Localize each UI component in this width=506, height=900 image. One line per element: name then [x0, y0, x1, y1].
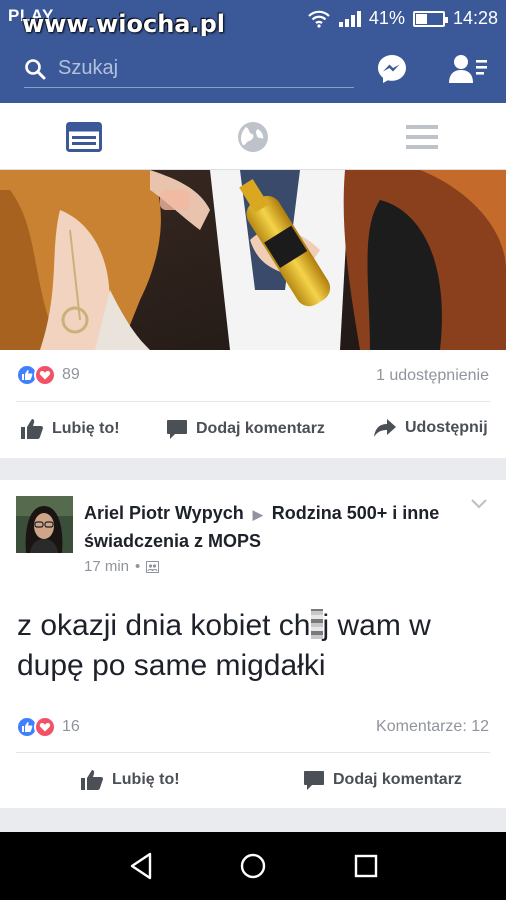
comment-count[interactable]: Komentarze: 12	[376, 718, 489, 736]
tab-menu[interactable]	[338, 103, 506, 170]
comment-icon	[167, 420, 187, 439]
post-text-part-1: z okazji dnia kobiet ch	[17, 609, 311, 642]
share-label: Udostępnij	[405, 419, 488, 436]
status-indicators: 41% 14:28	[307, 8, 498, 29]
chevron-down-icon[interactable]	[470, 498, 488, 510]
like-label: Lubię to!	[112, 771, 180, 788]
like-button[interactable]: Lubię to!	[80, 769, 180, 791]
post-time[interactable]: 17 min	[84, 558, 129, 575]
thumbs-up-icon	[81, 770, 103, 790]
share-button[interactable]: Udostępnij	[373, 418, 488, 438]
search-box[interactable]	[24, 50, 354, 88]
comment-icon	[304, 771, 324, 790]
comment-label: Dodaj komentarz	[333, 771, 462, 788]
reactions-summary[interactable]: 16	[16, 716, 80, 738]
home-icon[interactable]	[237, 850, 269, 882]
post-photo[interactable]	[0, 170, 506, 350]
news-feed-icon	[66, 121, 102, 152]
love-reaction-icon	[34, 364, 56, 386]
hamburger-icon	[406, 124, 438, 149]
back-icon[interactable]	[126, 850, 158, 882]
post-2: Ariel Piotr Wypych ▶ Rodzina 500+ i inne…	[0, 480, 506, 808]
divider	[16, 752, 490, 753]
reactions-summary[interactable]: 89	[16, 364, 80, 386]
party-photo	[0, 170, 506, 350]
divider	[16, 401, 490, 402]
author-name[interactable]: Ariel Piotr Wypych	[84, 503, 244, 523]
battery-percent: 41%	[368, 8, 405, 28]
love-reaction-icon	[34, 716, 56, 738]
share-count[interactable]: 1 udostępnienie	[376, 367, 489, 385]
friend-requests-icon[interactable]	[448, 53, 488, 85]
recents-icon[interactable]	[350, 850, 382, 882]
feed-gap	[0, 808, 506, 832]
like-button[interactable]: Lubię to!	[20, 418, 120, 440]
top-bar	[0, 36, 506, 103]
system-nav-bar	[0, 832, 506, 900]
clock: 14:28	[452, 8, 498, 28]
post-header: Ariel Piotr Wypych ▶ Rodzina 500+ i inne…	[84, 500, 464, 554]
like-label: Lubię to!	[52, 420, 120, 437]
globe-icon	[238, 121, 268, 152]
feed-gap	[0, 458, 506, 480]
watermark: www.wiocha.pl	[22, 10, 226, 38]
comment-button[interactable]: Dodaj komentarz	[166, 418, 325, 440]
post-1-footer: 89 1 udostępnienie Lubię to! Dodaj komen…	[0, 350, 506, 458]
comment-button[interactable]: Dodaj komentarz	[303, 769, 462, 791]
post-text: z okazji dnia kobiet ch j wam w dupę po s…	[17, 606, 497, 686]
tab-bar	[0, 103, 506, 170]
avatar[interactable]	[16, 496, 73, 553]
dot-separator: •	[135, 558, 141, 575]
reaction-count: 89	[62, 366, 80, 383]
wifi-icon	[308, 10, 330, 28]
messenger-icon[interactable]	[376, 53, 408, 85]
battery-icon	[412, 10, 448, 27]
share-arrow-icon	[374, 419, 396, 437]
signal-icon	[338, 10, 361, 27]
thumbs-up-icon	[21, 419, 43, 439]
post-meta: 17 min •	[84, 558, 160, 575]
status-bar: PLAY www.wiocha.pl 41% 14:28	[0, 0, 506, 38]
tab-notifications[interactable]	[169, 103, 337, 170]
tab-news-feed[interactable]	[0, 103, 168, 170]
reaction-count: 16	[62, 718, 80, 735]
triangle-right-icon: ▶	[252, 507, 263, 522]
search-icon[interactable]	[24, 58, 46, 80]
censor-blur	[310, 609, 323, 639]
group-privacy-icon	[146, 560, 160, 573]
search-input[interactable]	[58, 57, 338, 80]
comment-label: Dodaj komentarz	[196, 420, 325, 437]
